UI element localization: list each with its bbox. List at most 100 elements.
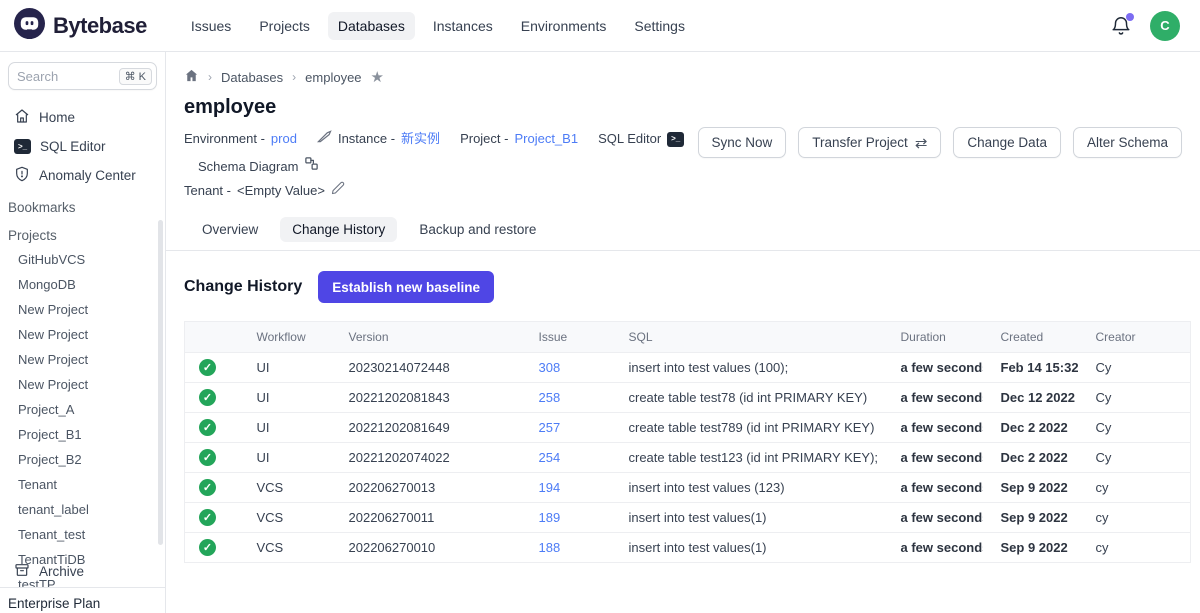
sidebar-item-sql-editor[interactable]: >_ SQL Editor: [0, 133, 165, 160]
project-label: Project -: [460, 127, 508, 151]
project-item[interactable]: New Project: [0, 372, 165, 397]
table-row[interactable]: ✓ VCS 202206270010 188 insert into test …: [185, 533, 1191, 563]
project-item[interactable]: Project_A: [0, 397, 165, 422]
project-item[interactable]: GitHubVCS: [0, 247, 165, 272]
sidebar-item-home[interactable]: Home: [0, 102, 165, 133]
top-navigation-bar: Bytebase Issues Projects Databases Insta…: [0, 0, 1200, 52]
notification-dot: [1126, 13, 1134, 21]
status-done-icon: ✓: [199, 479, 216, 496]
cell-sql: insert into test values (123): [611, 473, 883, 503]
brand-name: Bytebase: [53, 13, 147, 39]
schema-diagram-icon[interactable]: [304, 155, 319, 179]
section-title: Change History: [184, 278, 302, 296]
column-version: Version: [331, 322, 521, 353]
project-item[interactable]: New Project: [0, 297, 165, 322]
project-item[interactable]: Tenant: [0, 472, 165, 497]
project-item[interactable]: tenant_label: [0, 497, 165, 522]
cell-workflow: UI: [239, 413, 331, 443]
cell-version: 202206270010: [331, 533, 521, 563]
issue-link[interactable]: 257: [539, 420, 561, 435]
main-content: › Databases › employee ★ employee Enviro…: [166, 52, 1200, 613]
issue-link[interactable]: 308: [539, 360, 561, 375]
edit-pencil-icon[interactable]: [331, 179, 345, 203]
status-done-icon: ✓: [199, 539, 216, 556]
tenant-label: Tenant -: [184, 179, 231, 203]
cell-created: Sep 9 2022: [983, 473, 1078, 503]
terminal-icon[interactable]: >_: [667, 132, 684, 147]
project-item[interactable]: MongoDB: [0, 272, 165, 297]
cell-sql: insert into test values(1): [611, 503, 883, 533]
breadcrumb-current[interactable]: employee: [305, 70, 361, 85]
alter-schema-button[interactable]: Alter Schema: [1073, 127, 1182, 158]
table-row[interactable]: ✓ UI 20230214072448 308 insert into test…: [185, 353, 1191, 383]
project-link[interactable]: Project_B1: [514, 127, 578, 151]
sidebar-item-anomaly-center[interactable]: Anomaly Center: [0, 160, 165, 191]
tab-change-history[interactable]: Change History: [280, 217, 397, 242]
sync-now-button[interactable]: Sync Now: [698, 127, 787, 158]
table-row[interactable]: ✓ VCS 202206270011 189 insert into test …: [185, 503, 1191, 533]
search-shortcut-badge: ⌘ K: [119, 68, 152, 85]
notification-bell-icon[interactable]: [1110, 15, 1132, 37]
cell-version: 202206270011: [331, 503, 521, 533]
bookmark-star-icon[interactable]: ★: [371, 68, 384, 86]
cell-created: Dec 12 2022: [983, 383, 1078, 413]
breadcrumb-databases[interactable]: Databases: [221, 70, 283, 85]
cell-duration: a few seconds: [883, 413, 983, 443]
issue-link[interactable]: 194: [539, 480, 561, 495]
nav-environments[interactable]: Environments: [511, 12, 617, 40]
breadcrumb-separator: ›: [292, 70, 296, 84]
nav-instances[interactable]: Instances: [423, 12, 503, 40]
table-row[interactable]: ✓ VCS 202206270013 194 insert into test …: [185, 473, 1191, 503]
table-row[interactable]: ✓ UI 20221202081649 257 create table tes…: [185, 413, 1191, 443]
issue-link[interactable]: 188: [539, 540, 561, 555]
change-history-table: Workflow Version Issue SQL Duration Crea…: [184, 321, 1191, 563]
topbar-right: C: [1110, 11, 1180, 41]
sidebar-item-archive-label: Archive: [39, 564, 84, 579]
bytebase-logo[interactable]: Bytebase: [14, 8, 147, 44]
transfer-project-button[interactable]: Transfer Project ⇄: [798, 127, 941, 158]
project-item[interactable]: Project_B1: [0, 422, 165, 447]
sidebar-section-bookmarks[interactable]: Bookmarks: [0, 191, 165, 219]
project-item[interactable]: Tenant_test: [0, 522, 165, 547]
tab-backup-and-restore[interactable]: Backup and restore: [407, 217, 548, 242]
tenant-value: <Empty Value>: [237, 179, 325, 203]
cell-created: Dec 2 2022: [983, 413, 1078, 443]
breadcrumb: › Databases › employee ★: [166, 52, 1200, 86]
breadcrumb-home-icon[interactable]: [184, 68, 199, 86]
nav-projects[interactable]: Projects: [249, 12, 320, 40]
sidebar-scrollbar[interactable]: [158, 220, 163, 545]
avatar[interactable]: C: [1150, 11, 1180, 41]
cell-version: 20221202081843: [331, 383, 521, 413]
issue-link[interactable]: 189: [539, 510, 561, 525]
environment-link[interactable]: prod: [271, 127, 297, 151]
search-input[interactable]: [17, 69, 97, 84]
cell-creator: cy: [1078, 533, 1191, 563]
nav-issues[interactable]: Issues: [181, 12, 241, 40]
instance-link[interactable]: 新实例: [401, 127, 440, 151]
tab-overview[interactable]: Overview: [190, 217, 270, 242]
schema-diagram-link-label[interactable]: Schema Diagram: [198, 155, 298, 179]
sidebar-item-anomaly-center-label: Anomaly Center: [39, 168, 136, 183]
search-box[interactable]: ⌘ K: [8, 62, 157, 90]
project-item[interactable]: New Project: [0, 322, 165, 347]
sql-editor-link-label[interactable]: SQL Editor: [598, 127, 661, 151]
project-item[interactable]: Project_B2: [0, 447, 165, 472]
issue-link[interactable]: 258: [539, 390, 561, 405]
change-data-button[interactable]: Change Data: [953, 127, 1061, 158]
cell-creator: Cy: [1078, 353, 1191, 383]
nav-settings[interactable]: Settings: [624, 12, 695, 40]
establish-baseline-button[interactable]: Establish new baseline: [318, 271, 494, 303]
sidebar-item-home-label: Home: [39, 110, 75, 125]
database-meta: Environment - prod Instance - 新实例 Projec…: [184, 127, 698, 203]
sidebar-section-projects[interactable]: Projects: [0, 219, 165, 247]
table-row[interactable]: ✓ UI 20221202074022 254 create table tes…: [185, 443, 1191, 473]
table-row[interactable]: ✓ UI 20221202081843 258 create table tes…: [185, 383, 1191, 413]
plan-label[interactable]: Enterprise Plan: [0, 587, 165, 613]
nav-databases[interactable]: Databases: [328, 12, 415, 40]
cell-workflow: VCS: [239, 503, 331, 533]
issue-link[interactable]: 254: [539, 450, 561, 465]
project-item[interactable]: New Project: [0, 347, 165, 372]
sidebar-item-archive[interactable]: Archive: [0, 556, 165, 587]
cell-sql: insert into test values (100);: [611, 353, 883, 383]
column-creator: Creator: [1078, 322, 1191, 353]
